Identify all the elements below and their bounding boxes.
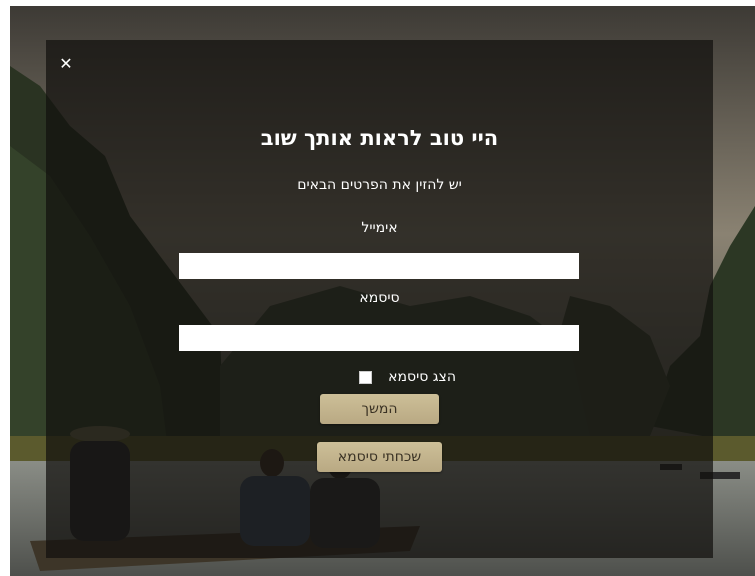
page: ✕ היי טוב לראות אותך שוב יש להזין את הפר…: [0, 0, 755, 576]
forgot-password-button[interactable]: שכחתי סיסמא: [317, 442, 442, 472]
email-field[interactable]: [179, 253, 579, 279]
continue-button[interactable]: המשך: [320, 394, 439, 424]
show-password-checkbox[interactable]: [359, 370, 373, 384]
modal-subtitle: יש להזין את הפרטים הבאים: [297, 177, 462, 193]
close-icon[interactable]: ✕: [58, 56, 74, 72]
show-password-row[interactable]: הצג סיסמא: [316, 368, 456, 386]
login-modal: ✕ היי טוב לראות אותך שוב יש להזין את הפר…: [46, 40, 713, 558]
password-field[interactable]: [179, 325, 579, 351]
show-password-label: הצג סיסמא: [388, 369, 456, 385]
modal-title: היי טוב לראות אותך שוב: [260, 126, 499, 150]
email-label: אימייל: [361, 220, 398, 236]
password-label: סיסמא: [359, 290, 400, 306]
